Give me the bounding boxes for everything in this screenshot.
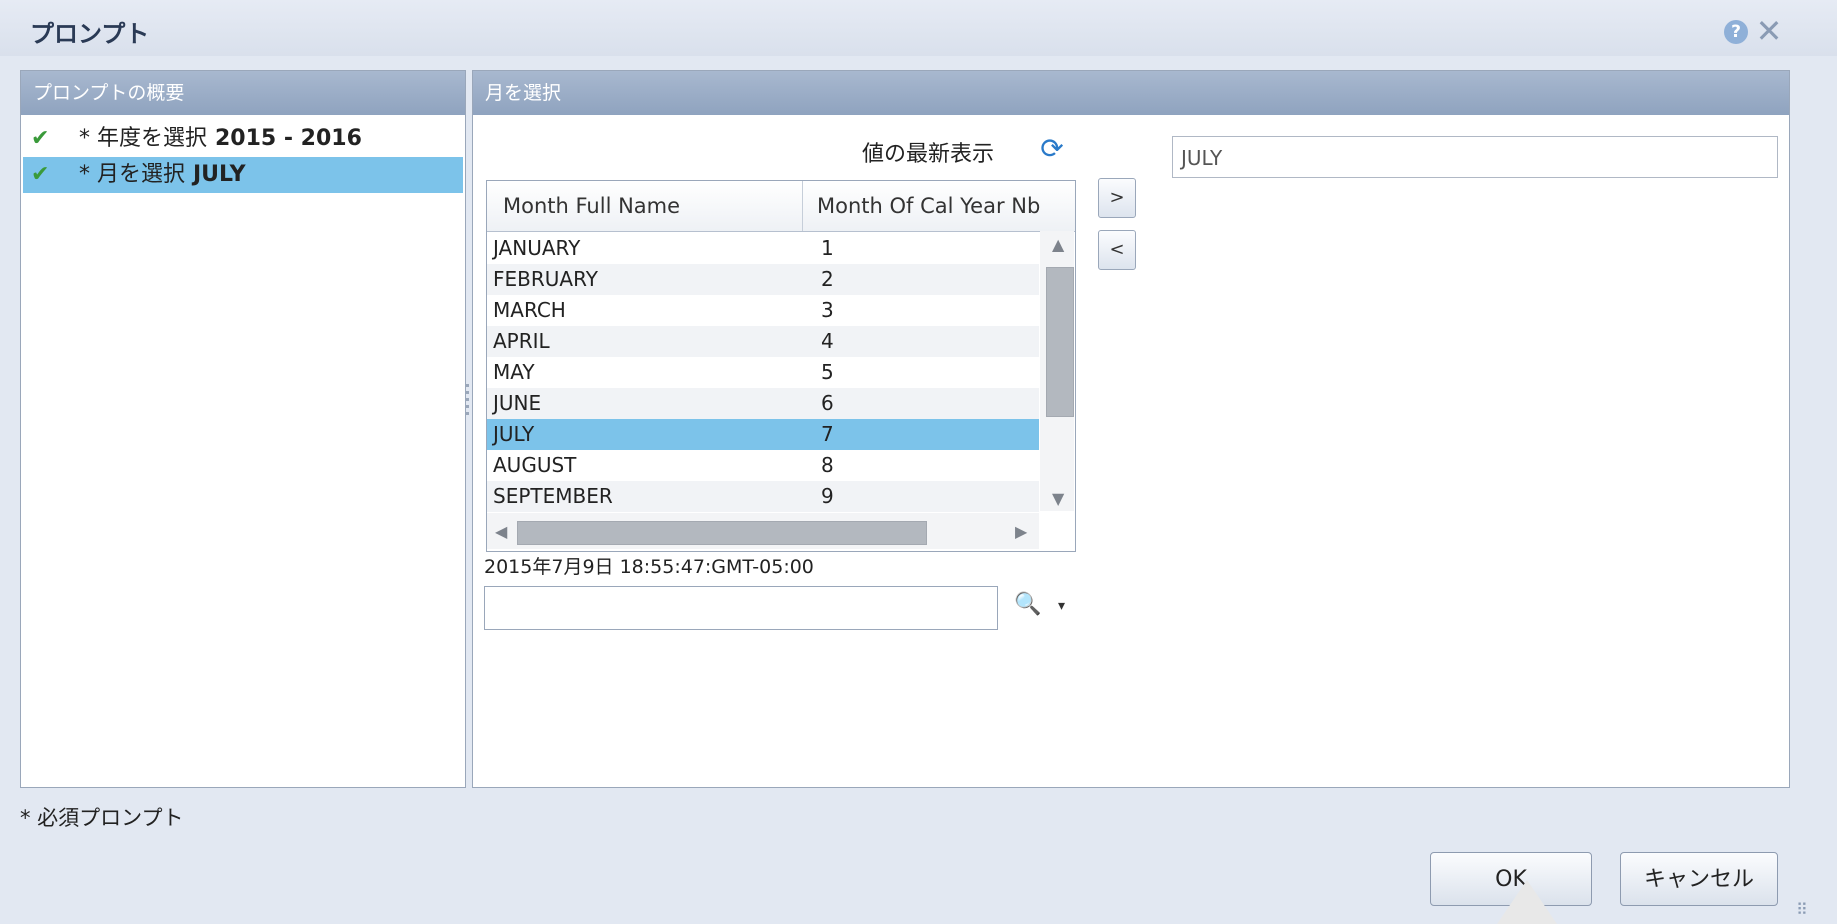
table-row[interactable]: AUGUST 8 — [487, 450, 1039, 481]
summary-item-month[interactable]: ✔ * 月を選択 JULY — [23, 157, 463, 193]
vertical-scroll-thumb[interactable] — [1046, 267, 1074, 417]
summary-item-value: 2015 - 2016 — [215, 126, 362, 151]
summary-item-label: * 月を選択 — [79, 162, 185, 187]
check-icon: ✔ — [31, 162, 50, 187]
vertical-scrollbar[interactable]: ▲ ▼ — [1040, 231, 1074, 511]
summary-item-year[interactable]: ✔ * 年度を選択 2015 - 2016 — [23, 121, 463, 157]
panel-splitter[interactable] — [466, 380, 470, 446]
refresh-icon[interactable]: ⟳ — [1036, 134, 1068, 164]
cell-month-number: 8 — [821, 453, 834, 477]
column-separator[interactable] — [802, 181, 803, 231]
table-row[interactable]: MARCH 3 — [487, 295, 1039, 326]
summary-panel-header: プロンプトの概要 — [21, 71, 465, 115]
table-row[interactable]: JANUARY 1 — [487, 233, 1039, 264]
cell-month-name: JANUARY — [493, 236, 581, 260]
table-row[interactable]: JUNE 6 — [487, 388, 1039, 419]
cell-month-number: 3 — [821, 298, 834, 322]
dialog-titlebar: プロンプト ? ✕ — [0, 0, 1837, 56]
cell-month-number: 6 — [821, 391, 834, 415]
column-header-month-name[interactable]: Month Full Name — [503, 181, 793, 231]
table-row[interactable]: MAY 5 — [487, 357, 1039, 388]
cell-month-name: JULY — [493, 422, 535, 446]
move-right-button[interactable]: > — [1098, 178, 1136, 218]
dialog-title: プロンプト — [30, 20, 150, 48]
scroll-up-icon[interactable]: ▲ — [1052, 235, 1064, 254]
table-row[interactable]: FEBRUARY 2 — [487, 264, 1039, 295]
selected-values-box[interactable]: JULY — [1172, 136, 1778, 178]
help-icon[interactable]: ? — [1724, 20, 1748, 44]
cell-month-number: 9 — [821, 484, 834, 508]
cell-month-name: MARCH — [493, 298, 566, 322]
cell-month-number: 5 — [821, 360, 834, 384]
prompt-summary-panel: プロンプトの概要 ✔ * 年度を選択 2015 - 2016 ✔ * 月を選択 JU… — [20, 70, 466, 788]
last-refresh-timestamp: 2015年7月9日 18:55:47:GMT-05:00 — [484, 556, 814, 578]
close-icon[interactable]: ✕ — [1754, 14, 1784, 48]
grid-header: Month Full Name Month Of Cal Year Nb — [487, 181, 1075, 232]
cell-month-name: AUGUST — [493, 453, 577, 477]
cell-month-name: MAY — [493, 360, 535, 384]
cell-month-number: 4 — [821, 329, 834, 353]
table-row-selected[interactable]: JULY 7 — [487, 419, 1039, 450]
summary-item-value: JULY — [193, 162, 246, 187]
cell-month-number: 7 — [821, 422, 834, 446]
resize-grip-icon[interactable]: ⠿ — [1796, 900, 1808, 919]
cell-month-name: SEPTEMBER — [493, 484, 613, 508]
required-prompt-note: * 必須プロンプト — [20, 806, 184, 830]
mouse-pointer-icon — [1497, 880, 1557, 924]
cell-month-name: FEBRUARY — [493, 267, 598, 291]
binoculars-search-icon[interactable]: 🔍 — [1014, 592, 1041, 617]
search-options-dropdown-icon[interactable]: ▾ — [1058, 598, 1065, 614]
summary-item-label: * 年度を選択 — [79, 126, 207, 151]
table-row[interactable]: APRIL 4 — [487, 326, 1039, 357]
cancel-button[interactable]: キャンセル — [1620, 852, 1778, 906]
horizontal-scrollbar[interactable]: ◀ ▶ — [487, 513, 1039, 549]
cell-month-name: APRIL — [493, 329, 550, 353]
cell-month-name: JUNE — [493, 391, 542, 415]
table-row[interactable]: SEPTEMBER 9 — [487, 481, 1039, 512]
column-header-month-number[interactable]: Month Of Cal Year Nb — [817, 181, 1075, 231]
move-left-button[interactable]: < — [1098, 230, 1136, 270]
check-icon: ✔ — [31, 126, 50, 151]
scroll-right-icon[interactable]: ▶ — [1015, 522, 1027, 541]
scroll-left-icon[interactable]: ◀ — [495, 522, 507, 541]
horizontal-scroll-thumb[interactable] — [517, 521, 927, 545]
month-list-grid: Month Full Name Month Of Cal Year Nb JAN… — [486, 180, 1076, 552]
refresh-values-label[interactable]: 値の最新表示 — [862, 136, 994, 168]
month-panel-header: 月を選択 — [473, 71, 1789, 115]
scroll-down-icon[interactable]: ▼ — [1052, 489, 1064, 508]
search-input[interactable] — [484, 586, 998, 630]
cell-month-number: 1 — [821, 236, 834, 260]
cell-month-number: 2 — [821, 267, 834, 291]
prompt-dialog: プロンプト ? ✕ プロンプトの概要 ✔ * 年度を選択 2015 - 2016 … — [0, 0, 1837, 924]
